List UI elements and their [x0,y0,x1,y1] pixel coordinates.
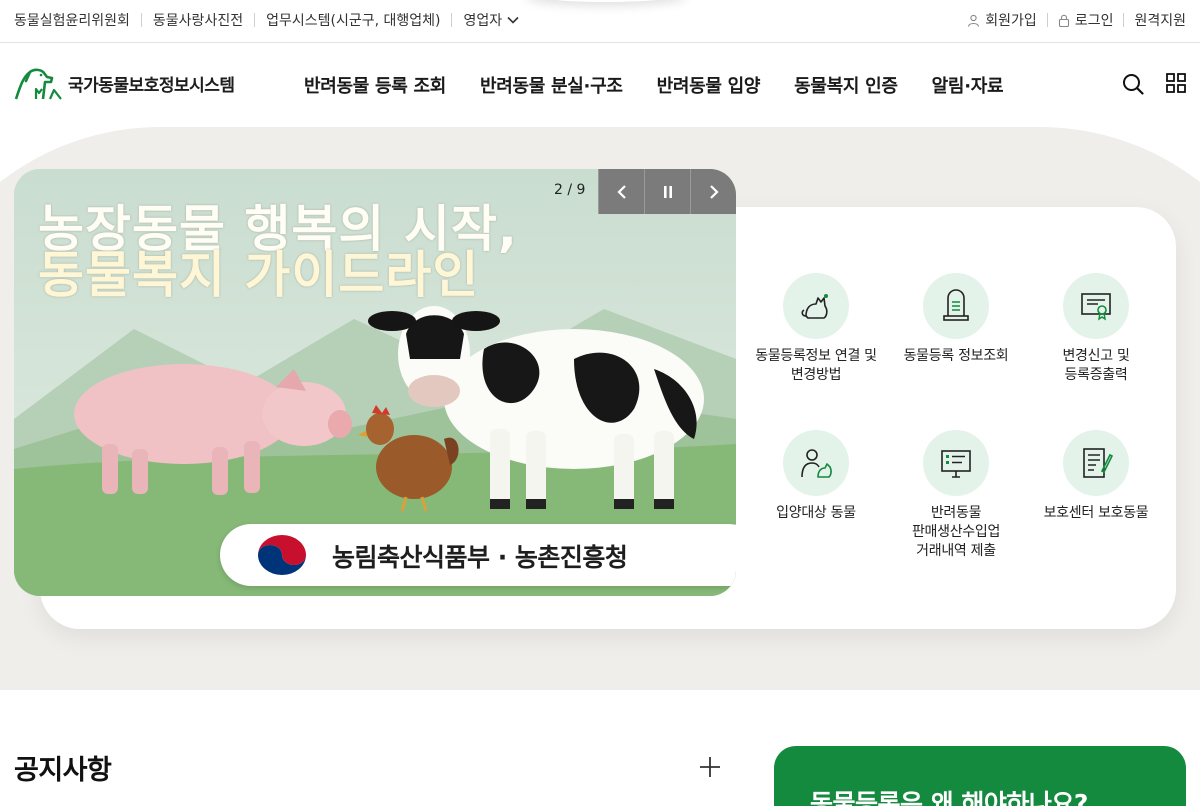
slider-controls [598,169,736,214]
nav-welfare-cert[interactable]: 동물복지 인증 [794,72,898,98]
header-icons [1122,73,1186,95]
quick-menu-shelter-animals-link[interactable]: 보호센터 보호동물 [1016,430,1176,523]
banner-slider[interactable]: 농장동물 행복의 시작, 동물복지 가이드라인 농림축산식품부 · 농촌진흥청 … [14,169,736,596]
government-org-text: 농림축산식품부 · 농촌진흥청 [332,543,628,572]
site-header: 국가동물보호정보시스템 반려동물 등록 조회 반려동물 분실·구조 반려동물 입… [0,43,1200,127]
chevron-left-icon [616,184,626,199]
quick-menu-label: 반려동물 판매생산수입업 거래내역 제출 [911,505,1001,559]
signup-link[interactable]: 회원가입 [967,10,1037,30]
main-nav: 반려동물 등록 조회 반려동물 분실·구조 반려동물 입양 동물복지 인증 알림… [304,43,1004,127]
chevron-down-icon [507,16,519,24]
quick-menu-registration-link[interactable]: 동물등록정보 연결 및 변경방법 [736,273,896,385]
cat-icon [783,273,849,339]
logo-text: 국가동물보호정보시스템 [68,75,235,96]
next-slide-button[interactable] [690,169,736,214]
document-pen-icon [1063,430,1129,496]
registration-promo-title: 동물등록은 왜 해야하나요? [810,789,1088,806]
dog-logo-icon [14,68,62,100]
divider [1046,13,1048,27]
utility-links-right: 회원가입 로그인 원격지원 [967,0,1186,40]
divider [451,13,453,27]
divider [140,13,142,27]
login-label: 로그인 [1074,13,1114,29]
link-work-system[interactable]: 업무시스템(시군구, 대행업체) [266,10,440,30]
nav-pet-registration[interactable]: 반려동물 등록 조회 [304,72,446,98]
nav-adoption[interactable]: 반려동물 입양 [657,72,761,98]
user-icon [968,14,980,27]
divider [1123,13,1125,27]
banner-title-line2: 동물복지 가이드라인 [38,246,480,304]
government-org-badge: 농림축산식품부 · 농촌진흥청 [220,524,736,586]
business-dropdown[interactable]: 영업자 [463,10,519,30]
utility-links-left: 동물실험윤리위원회 동물사랑사진전 업무시스템(시군구, 대행업체) 영업자 [14,0,519,40]
quick-menu-info-lookup-link[interactable]: 동물등록 정보조회 [876,273,1036,366]
quick-menu-label: 동물등록 정보조회 [903,348,1009,364]
utility-bar: 동물실험윤리위원회 동물사랑사진전 업무시스템(시군구, 대행업체) 영업자 회… [0,0,1200,43]
quick-menu-change-report-link[interactable]: 변경신고 및 등록증출력 [1016,273,1176,385]
person-with-dog-icon [783,430,849,496]
certificate-icon [1063,273,1129,339]
link-animal-ethics[interactable]: 동물실험윤리위원회 [14,10,130,30]
nav-lost-rescue[interactable]: 반려동물 분실·구조 [480,72,623,98]
search-icon[interactable] [1122,73,1144,95]
pause-icon [663,185,672,198]
chevron-right-icon [709,184,719,199]
pause-slide-button[interactable] [644,169,690,214]
business-dropdown-label: 영업자 [463,13,503,29]
registration-promo-card[interactable]: 동물등록은 왜 해야하나요? [774,746,1186,806]
quick-menu-sales-report-link[interactable]: 반려동물 판매생산수입업 거래내역 제출 [876,430,1036,561]
taegeuk-logo [258,535,306,575]
main-visual-section: 농장동물 행복의 시작, 동물복지 가이드라인 농림축산식품부 · 농촌진흥청 … [0,127,1200,690]
site-logo[interactable]: 국가동물보호정보시스템 [14,65,235,101]
slide-counter: 2 / 9 [554,182,586,198]
plus-icon[interactable] [698,755,722,779]
quick-menu-label: 변경신고 및 등록증출력 [1062,348,1130,383]
sitemap-grid-icon[interactable] [1166,73,1186,93]
prev-slide-button[interactable] [598,169,644,214]
divider [254,13,256,27]
signup-label: 회원가입 [985,13,1037,29]
remote-support-link[interactable]: 원격지원 [1134,10,1186,30]
quick-menu-label: 입양대상 동물 [776,505,856,521]
nav-notices[interactable]: 알림·자료 [932,72,1004,98]
quick-menu-adoption-link[interactable]: 입양대상 동물 [736,430,896,523]
dropdown-shadow [525,0,687,2]
login-link[interactable]: 로그인 [1058,10,1114,30]
quick-menu-label: 보호센터 보호동물 [1043,505,1149,521]
lock-icon [1058,14,1069,27]
quick-menu-label: 동물등록정보 연결 및 변경방법 [755,348,877,383]
tombstone-icon [923,273,989,339]
monitor-form-icon [923,430,989,496]
notice-section-title: 공지사항 [14,755,112,786]
link-photo-contest[interactable]: 동물사랑사진전 [153,10,243,30]
